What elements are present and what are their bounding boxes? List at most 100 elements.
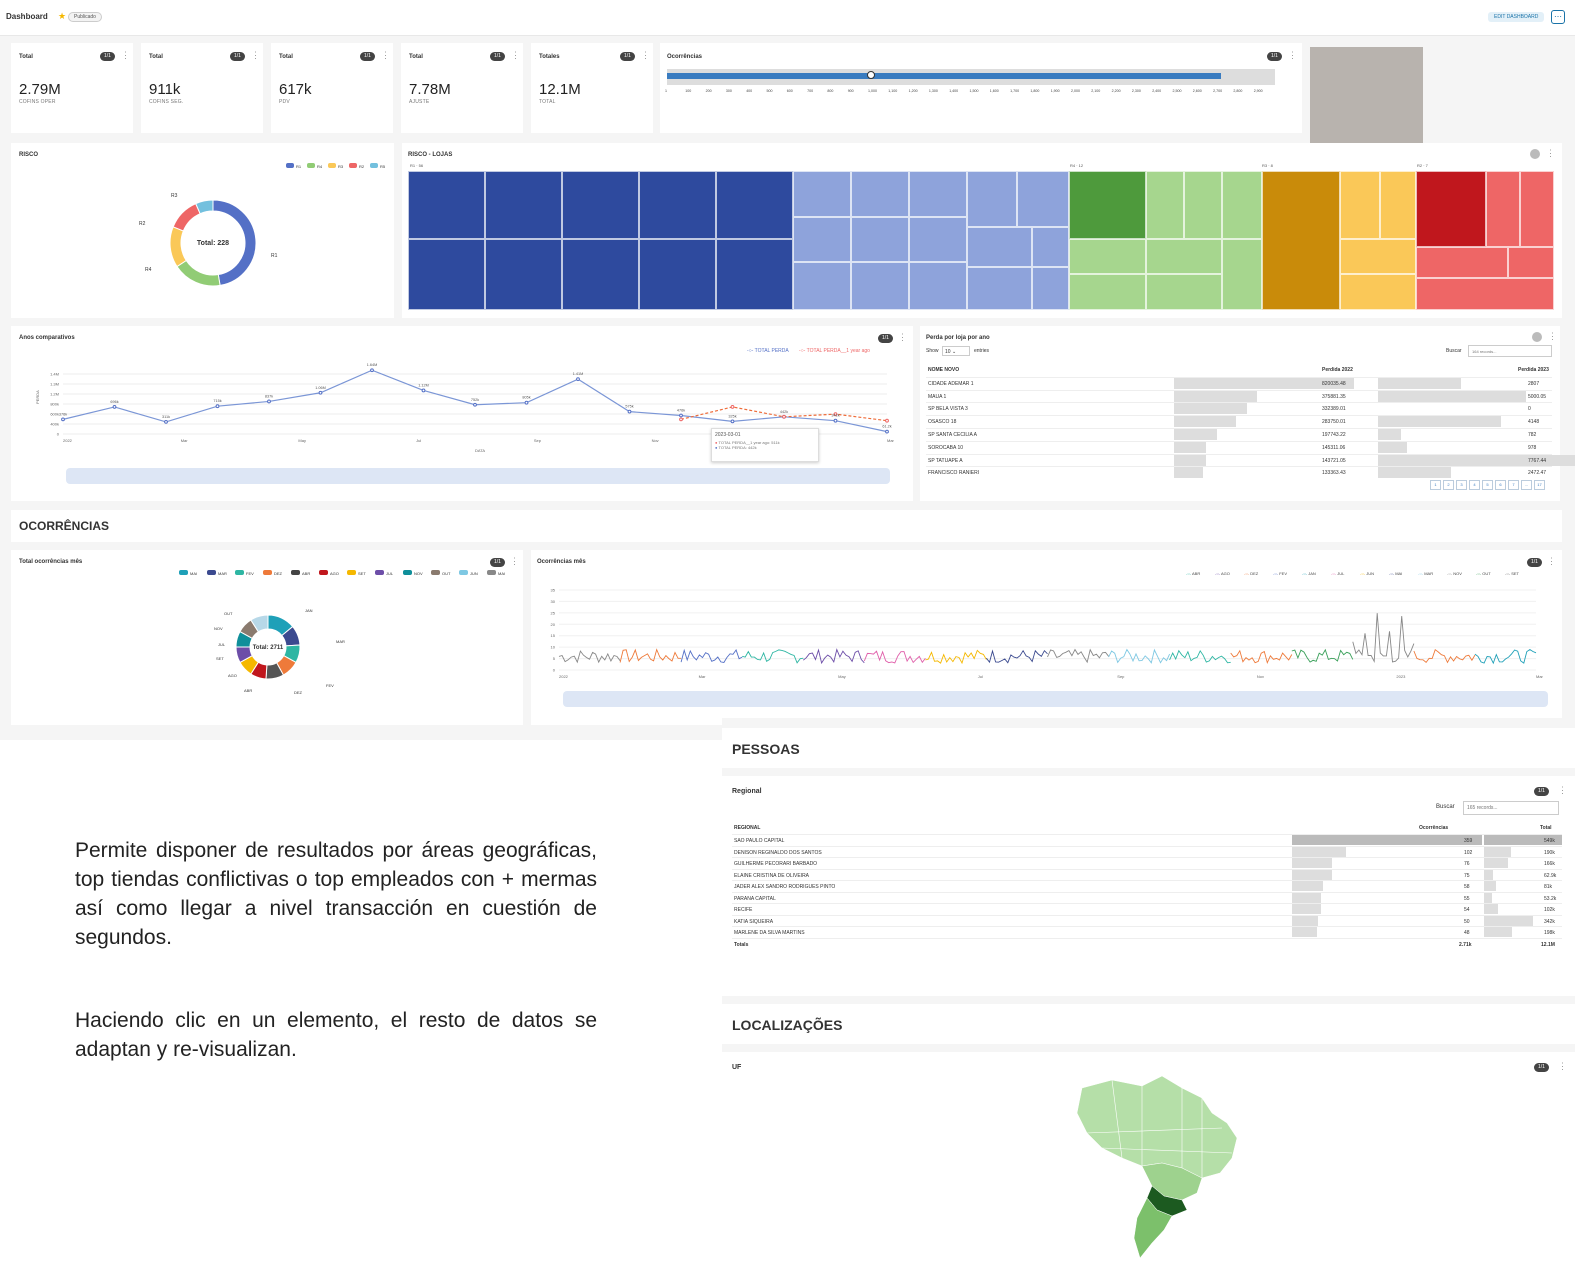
search-input[interactable] (1468, 345, 1552, 357)
table-row[interactable]: SOROCABA 10 145311.06 978 (926, 440, 1552, 453)
range-handle[interactable] (867, 71, 875, 79)
treemap-cell[interactable] (1146, 171, 1184, 239)
treemap-cell[interactable] (967, 267, 1032, 310)
treemap-cell[interactable] (1032, 267, 1069, 310)
risco-donut-chart[interactable]: Total: 228 R3 R2 R4 R1 (121, 183, 321, 313)
table-row[interactable]: KATIA SIQUEIRA 50 342k (732, 914, 1562, 926)
legend-item[interactable]: SET (347, 570, 366, 576)
legend-item[interactable]: AGO (319, 570, 339, 576)
treemap-cell[interactable] (793, 171, 851, 217)
data-point[interactable] (61, 417, 65, 422)
table-row[interactable]: SAO PAULO CAPITAL 359 549k (732, 834, 1562, 845)
data-point[interactable] (679, 417, 683, 422)
donut-slice[interactable] (176, 259, 221, 287)
pagination-button[interactable]: 3 (1456, 480, 1467, 490)
menu-dots-icon[interactable]: ⋮ (251, 50, 260, 61)
ocorrencias-line-chart[interactable]: 0 5 10 15 20 25 30 35 2022 Mar May Jul Sep Nov 2023 Mar (531, 585, 1562, 700)
treemap-cell[interactable] (408, 171, 485, 239)
treemap-cell[interactable] (1340, 171, 1380, 239)
series-line[interactable] (803, 648, 865, 665)
column-header[interactable]: REGIONAL (734, 825, 760, 831)
column-header[interactable]: Total (1540, 825, 1552, 831)
column-header[interactable]: NOME NOVO (928, 367, 959, 373)
treemap-cell[interactable] (1340, 274, 1416, 310)
data-point[interactable] (370, 368, 374, 373)
legend-item[interactable]: R5 (370, 163, 385, 169)
legend-item[interactable]: -○- JAN (1302, 571, 1316, 576)
data-point[interactable] (318, 390, 323, 395)
filter-badge[interactable]: 1/1 (1534, 1063, 1549, 1072)
info-icon[interactable] (1532, 332, 1542, 342)
treemap-cell[interactable] (967, 227, 1032, 267)
legend-item[interactable]: -○- SET (1505, 571, 1519, 576)
brazil-north-region[interactable] (1076, 1075, 1238, 1179)
treemap-cell[interactable] (1416, 278, 1554, 310)
entries-select[interactable]: 10 ⌄ (942, 346, 970, 356)
info-icon[interactable] (1530, 149, 1540, 159)
legend-item[interactable]: FEV (235, 570, 254, 576)
series-line[interactable] (1047, 648, 1109, 664)
series-line[interactable] (925, 649, 987, 665)
series-line[interactable] (619, 648, 682, 663)
legend-item[interactable]: R2 (349, 163, 364, 169)
legend-item[interactable]: JUN (459, 570, 478, 576)
ocorrencias-donut-chart[interactable]: Total: 2711 JAN MAR FEV DEZ ABR AGO SET JUL NOV O… (191, 602, 371, 707)
column-header[interactable]: Perdida 2022 (1322, 367, 1353, 373)
legend-item[interactable]: -○- NOV (1447, 571, 1462, 576)
treemap-cell[interactable] (562, 171, 639, 239)
table-row[interactable]: FRANCISCO RANIERI 133363.43 2472.47 (926, 466, 1552, 479)
legend-item[interactable]: R4 (307, 163, 322, 169)
menu-dots-icon[interactable]: ⋮ (381, 50, 390, 61)
donut-slice[interactable] (169, 226, 187, 268)
series-line[interactable] (558, 650, 621, 664)
series-line[interactable] (986, 649, 1048, 664)
treemap-cell[interactable] (793, 262, 851, 310)
table-row[interactable]: OSASCO 18 283750.01 4148 (926, 415, 1552, 428)
data-point[interactable] (885, 429, 889, 434)
more-options-icon[interactable]: ⋯ (1551, 10, 1565, 24)
data-point[interactable] (782, 414, 786, 419)
legend-item[interactable]: NOV (403, 570, 423, 576)
treemap-cell[interactable] (562, 239, 639, 310)
legend-item[interactable]: -○- FEV (1273, 571, 1287, 576)
legend-item[interactable]: R1 (286, 163, 301, 169)
table-row[interactable]: PARANA CAPITAL 55 53.2k (732, 891, 1562, 903)
table-row[interactable]: SP SANTA CECILIA A 197743.22 782 (926, 428, 1552, 440)
donut-slice[interactable] (172, 202, 201, 232)
series-line[interactable] (1474, 648, 1537, 665)
menu-dots-icon[interactable]: ⋮ (121, 50, 130, 61)
treemap-cell[interactable] (1184, 171, 1222, 239)
filter-badge[interactable]: 1/1 (100, 52, 115, 61)
legend-item[interactable]: -○- JUN (1360, 571, 1374, 576)
brazil-map[interactable] (1052, 1068, 1252, 1268)
table-row[interactable]: JADER ALEX SANDRO RODRIGUES PINTO 58 81k (732, 880, 1562, 891)
data-point[interactable] (473, 402, 477, 407)
filter-badge[interactable]: 1/1 (1527, 558, 1542, 567)
filter-badge[interactable]: 1/1 (490, 52, 505, 61)
series-line[interactable] (1352, 613, 1415, 664)
menu-dots-icon[interactable]: ⋮ (641, 50, 650, 61)
table-row[interactable]: MARLENE DA SILVA MARTINS 48 198k (732, 926, 1562, 937)
table-row[interactable]: SP TATUAPE A 143721.05 7767.44 (926, 453, 1575, 466)
treemap-cell[interactable] (909, 262, 967, 310)
treemap-cell[interactable] (1017, 171, 1069, 227)
treemap-cell[interactable] (639, 171, 716, 239)
series-line[interactable] (1230, 649, 1293, 665)
treemap-cell[interactable] (1032, 227, 1069, 267)
data-point[interactable] (112, 405, 117, 409)
menu-dots-icon[interactable]: ⋮ (511, 50, 520, 61)
treemap-cell[interactable] (1262, 171, 1340, 310)
treemap-cell[interactable] (1069, 274, 1146, 310)
treemap-cell[interactable] (716, 239, 793, 310)
treemap-cell[interactable] (408, 239, 485, 310)
treemap-cell[interactable] (851, 217, 909, 262)
menu-dots-icon[interactable]: ⋮ (1548, 331, 1557, 342)
filter-badge[interactable]: 1/1 (360, 52, 375, 61)
pagination-button[interactable]: 7 (1508, 480, 1519, 490)
pagination-button[interactable]: 6 (1495, 480, 1506, 490)
treemap-cell[interactable] (1222, 239, 1262, 310)
treemap-cell[interactable] (1340, 239, 1416, 274)
pagination-button[interactable]: ... (1521, 480, 1532, 490)
treemap-cell[interactable] (1486, 171, 1520, 247)
legend-item[interactable]: OUT (431, 570, 450, 576)
